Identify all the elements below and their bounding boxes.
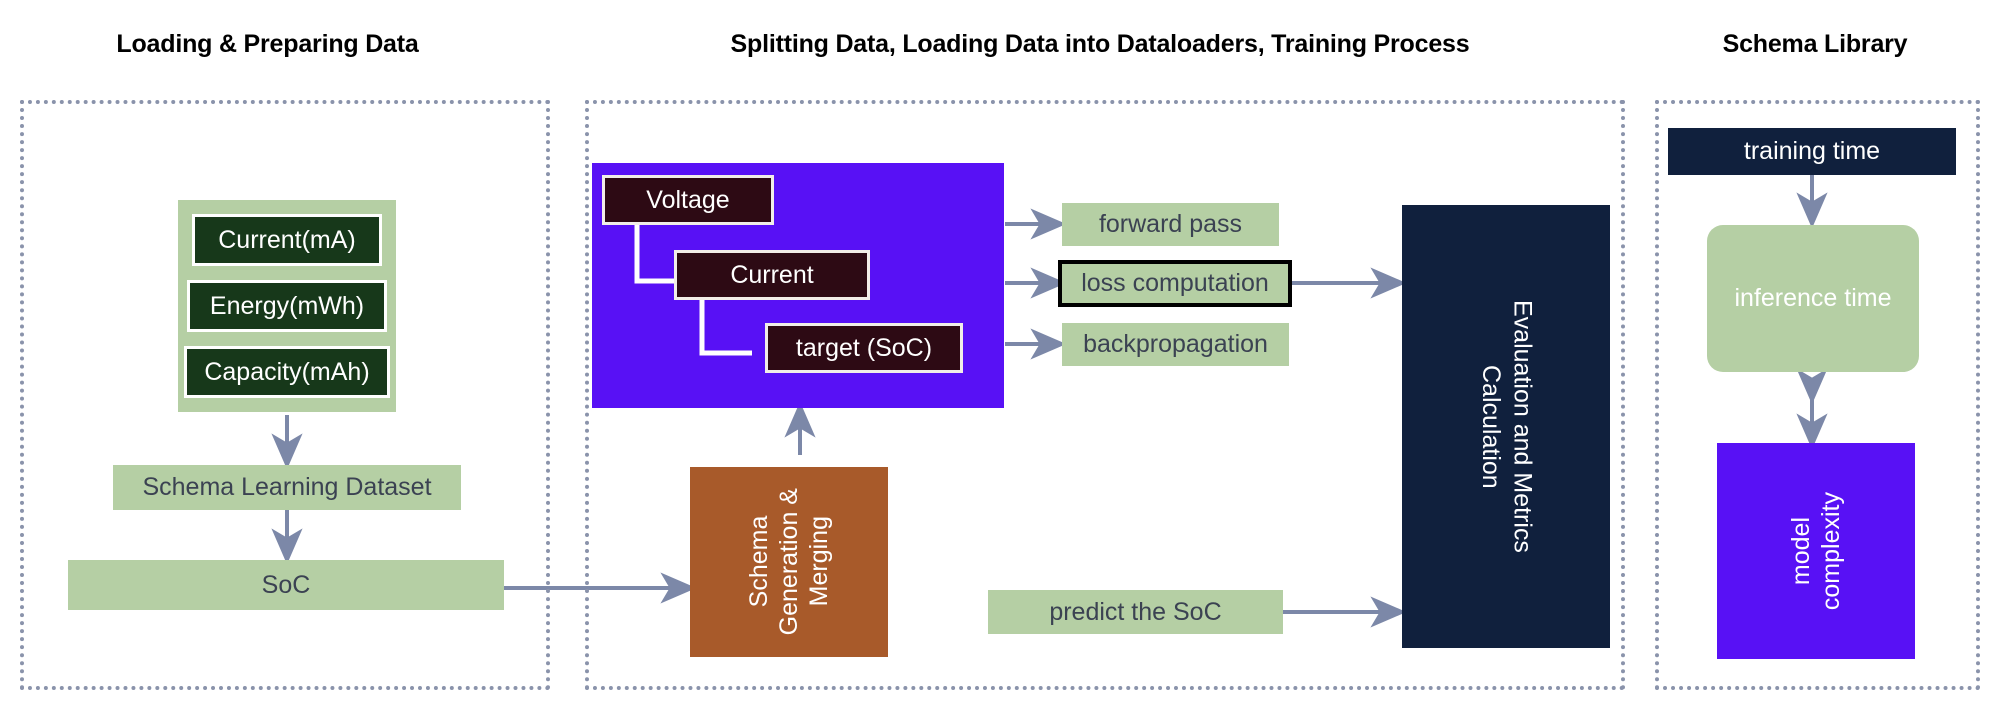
schema-node-label: Current [730, 260, 814, 289]
feature-label: Capacity(mAh) [204, 357, 370, 386]
feature-group: Current(mA) Energy(mWh) Capacity(mAh) [178, 200, 396, 412]
schema-learning-dataset-box[interactable]: Schema Learning Dataset [113, 465, 461, 510]
predict-soc-box[interactable]: predict the SoC [988, 590, 1283, 634]
step-label: backpropagation [1083, 330, 1268, 358]
model-complexity-line-1: model [1787, 516, 1815, 586]
feature-item-energy[interactable]: Energy(mWh) [187, 280, 387, 332]
inference-time-label: inference time [1734, 284, 1892, 312]
schema-node-target-soc[interactable]: target (SoC) [765, 323, 963, 373]
training-time-label: training time [1743, 137, 1881, 165]
evaluation-metrics-label: Evaluation and Metrics Calculation [1475, 300, 1538, 553]
schema-node-label: target (SoC) [795, 333, 933, 362]
schema-generation-line-2: Generation & [775, 488, 803, 636]
step-label: forward pass [1098, 210, 1243, 238]
schema-generation-merging-label: Schema Generation & Merging [744, 488, 834, 635]
feature-item-current[interactable]: Current(mA) [192, 214, 382, 266]
schema-node-label: Voltage [646, 185, 730, 214]
feature-item-capacity[interactable]: Capacity(mAh) [184, 346, 390, 398]
feature-label: Current(mA) [218, 225, 356, 254]
schema-generation-line-3: Merging [805, 516, 833, 608]
soc-label: SoC [261, 570, 311, 599]
predict-soc-label: predict the SoC [1049, 597, 1222, 626]
column-title-schema-library: Schema Library [1722, 30, 1908, 58]
training-time-box[interactable]: training time [1668, 128, 1956, 175]
model-complexity-box[interactable]: model complexity [1717, 443, 1915, 659]
diagram-canvas: Loading & Preparing Data Splitting Data,… [0, 0, 2000, 720]
model-complexity-label: model complexity [1786, 492, 1846, 610]
step-label: loss computation [1081, 269, 1269, 297]
evaluation-metrics-box[interactable]: Evaluation and Metrics Calculation [1402, 205, 1610, 648]
step-backpropagation[interactable]: backpropagation [1062, 323, 1289, 366]
column-title-loading: Loading & Preparing Data [116, 30, 419, 58]
schema-learning-dataset-label: Schema Learning Dataset [142, 473, 432, 501]
model-complexity-line-2: complexity [1817, 491, 1845, 611]
column-title-training: Splitting Data, Loading Data into Datalo… [730, 30, 1470, 58]
soc-box[interactable]: SoC [68, 560, 504, 610]
inference-time-box[interactable]: inference time [1707, 225, 1919, 372]
schema-node-voltage[interactable]: Voltage [602, 175, 774, 225]
step-forward-pass[interactable]: forward pass [1062, 203, 1279, 246]
schema-node-current[interactable]: Current [674, 250, 870, 300]
evaluation-line-2: Calculation [1477, 364, 1505, 489]
feature-label: Energy(mWh) [209, 291, 365, 320]
schema-generation-line-1: Schema [745, 516, 773, 608]
schema-generation-merging-box[interactable]: Schema Generation & Merging [690, 467, 888, 657]
evaluation-line-1: Evaluation and Metrics [1508, 300, 1537, 553]
step-loss-computation[interactable]: loss computation [1058, 260, 1292, 307]
